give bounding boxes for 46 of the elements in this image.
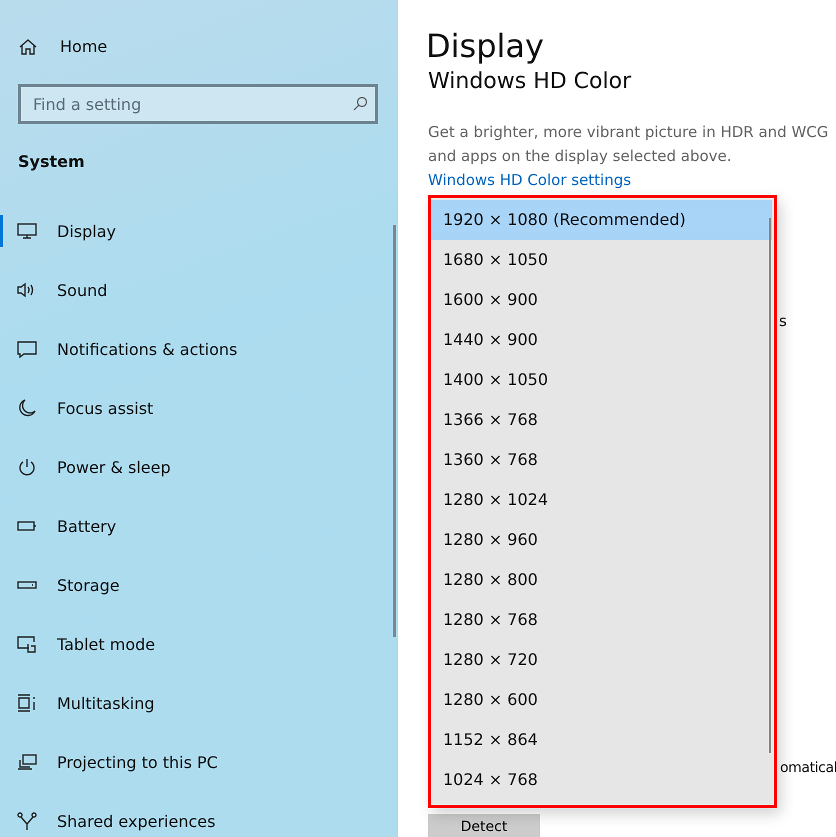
- nav-item[interactable]: Shared experiences: [0, 791, 398, 837]
- nav-item[interactable]: Multitasking: [0, 673, 398, 733]
- moon-icon: [16, 398, 38, 418]
- search-icon: [352, 96, 368, 112]
- dropdown-option[interactable]: 1280 × 960: [431, 520, 772, 560]
- dropdown-option[interactable]: 1152 × 864: [431, 720, 772, 760]
- nav-item[interactable]: Battery: [0, 496, 398, 556]
- share-icon: [16, 811, 38, 831]
- nav-item[interactable]: Storage: [0, 555, 398, 615]
- search-field[interactable]: Find a setting: [18, 84, 378, 124]
- dropdown-option[interactable]: 1600 × 900: [431, 280, 772, 320]
- dropdown-option[interactable]: 1024 × 768: [431, 760, 772, 800]
- dropdown-option[interactable]: 1280 × 1024: [431, 480, 772, 520]
- dropdown-option[interactable]: 1400 × 1050: [431, 360, 772, 400]
- label-fragment: s: [779, 312, 787, 330]
- scrollbar[interactable]: [769, 218, 771, 753]
- settings-link[interactable]: Windows HD Color settings: [428, 168, 836, 192]
- section-heading: Windows HD Color: [428, 68, 632, 96]
- nav-item[interactable]: Display: [0, 213, 398, 249]
- nav-item[interactable]: Sound: [0, 260, 398, 320]
- nav-item[interactable]: Tablet mode: [0, 614, 398, 674]
- description-text: Get a brighter, more vibrant picture in HDR and WCG and apps on the display selected above.: [428, 122, 830, 167]
- home-icon: [18, 38, 38, 56]
- dropdown-option[interactable]: 1280 × 720: [431, 640, 772, 680]
- dropdown-option[interactable]: 1440 × 900: [431, 320, 772, 360]
- display-icon: [16, 221, 38, 241]
- page-title: Display: [426, 26, 545, 66]
- label-fragment: omatical: [780, 760, 836, 776]
- nav-item[interactable]: Notifications & actions: [0, 319, 398, 379]
- dropdown-option[interactable]: 1680 × 1050: [431, 240, 772, 280]
- detect-button[interactable]: Detect: [428, 814, 540, 837]
- dropdown-option[interactable]: 1280 × 800: [431, 560, 772, 600]
- dropdown-option[interactable]: 1360 × 768: [431, 440, 772, 480]
- nav-item[interactable]: Focus assist: [0, 378, 398, 438]
- home-link[interactable]: Home: [0, 0, 398, 56]
- dropdown-option[interactable]: 1280 × 768: [431, 600, 772, 640]
- section-heading: System: [17, 151, 86, 171]
- scrollbar[interactable]: [393, 225, 396, 637]
- notification-icon: [16, 339, 38, 359]
- nav-item[interactable]: Power & sleep: [0, 437, 398, 497]
- dropdown-option[interactable]: 1920 × 1080 (Recommended): [431, 200, 772, 240]
- dropdown-option[interactable]: 1366 × 768: [431, 400, 772, 440]
- tablet-icon: [16, 634, 38, 654]
- projecting-icon: [16, 752, 38, 772]
- dropdown-option[interactable]: 1280 × 600: [431, 680, 772, 720]
- nav-item[interactable]: Projecting to this PC: [0, 732, 398, 792]
